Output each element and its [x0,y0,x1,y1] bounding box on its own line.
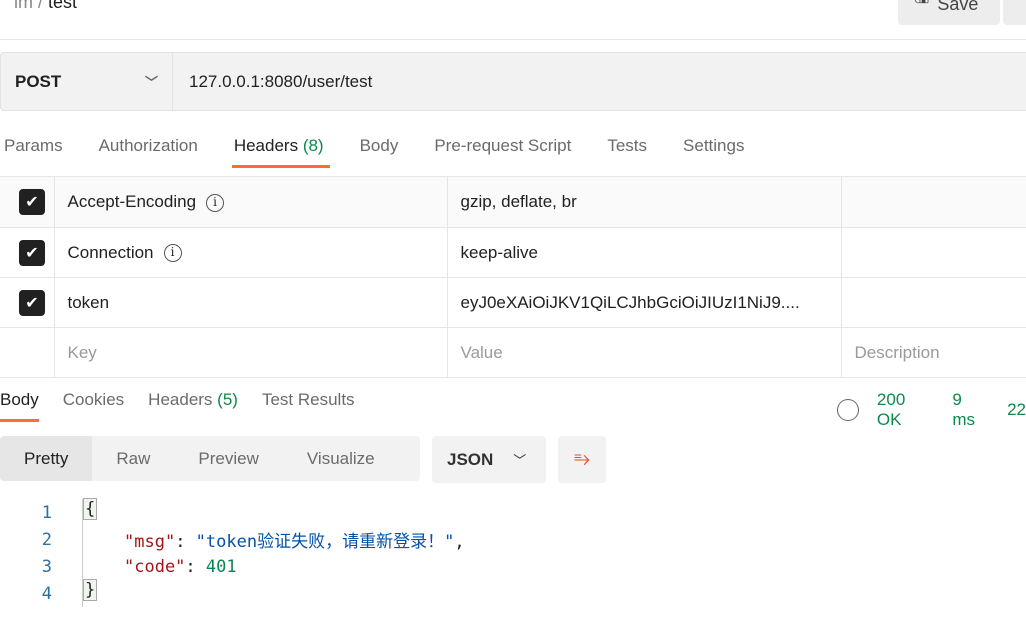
tab-response-headers[interactable]: Headers (5) [148,390,238,422]
save-button[interactable]: 🖫 Save [898,0,1000,25]
view-visualize[interactable]: Visualize [283,436,399,481]
url-bar: POST ﹀ 127.0.0.1:8080/user/test [0,52,1026,111]
tab-authorization[interactable]: Authorization [99,136,198,168]
header-value[interactable]: eyJ0eXAiOiJKV1QiLCJhbGciOiJIUzI1NiJ9.... [446,277,842,328]
info-icon[interactable]: i [163,244,182,263]
value-input[interactable]: Value [446,327,842,378]
checkbox[interactable]: ✔ [19,189,45,215]
description-input[interactable]: Description [840,327,1026,378]
header-key[interactable]: Connection i [53,227,448,278]
tab-label: Headers [148,390,213,409]
view-raw[interactable]: Raw [92,436,174,481]
save-label: Save [937,0,979,14]
table-row-new: Key Value Description [0,327,1026,378]
method-label: POST [15,71,62,91]
view-pretty[interactable]: Pretty [0,436,93,481]
response-time[interactable]: 9 ms [952,390,989,430]
response-status: 200 OK 9 ms 22 [837,390,1026,430]
header-description[interactable] [840,227,1026,278]
method-select[interactable]: POST ﹀ [1,53,173,110]
response-body: 1{ 2 "msg": "token验证失败，请重新登录！", 3 "code": … [0,498,465,607]
line-number: 2 [41,529,52,550]
json-key: "code" [124,556,186,577]
header-key[interactable]: Accept-Encoding i [53,176,448,228]
headers-table: ✔ Accept-Encoding i gzip, deflate, br ✔ Conn… [0,176,1026,378]
url-input[interactable]: 127.0.0.1:8080/user/test [173,53,372,110]
table-row: ✔ token eyJ0eXAiOiJKV1QiLCJhbGciOiJIUzI1Ni… [0,277,1026,328]
request-tabs: Params Authorization Headers (8) Body Pr… [4,136,744,168]
header-value[interactable]: keep-alive [446,227,842,278]
save-icon: 🖫 [914,0,929,15]
json-value: 401 [205,556,237,577]
tab-test-results[interactable]: Test Results [262,390,355,422]
tab-params[interactable]: Params [4,136,63,168]
info-icon[interactable]: i [206,193,225,212]
header-description[interactable] [840,176,1026,228]
header-description[interactable] [840,277,1026,328]
table-row: ✔ Connection i keep-alive [0,227,1026,278]
tab-body[interactable]: Body [360,136,399,168]
brace: } [83,579,98,601]
json-key: "msg" [124,532,176,552]
json-value: "token验证失败，请重新登录！" [195,532,455,552]
chevron-down-icon: ﹀ [513,453,527,468]
response-tabs: Body Cookies Headers (5) Test Results [0,390,355,422]
format-label: JSON [447,449,494,469]
tab-settings[interactable]: Settings [683,136,744,168]
globe-icon[interactable] [837,399,859,421]
header-value[interactable]: gzip, deflate, br [446,176,842,228]
status-code[interactable]: 200 OK [877,390,934,430]
key-input[interactable]: Key [53,327,448,378]
chevron-down-icon: ﹀ [144,75,158,90]
tab-count: (8) [302,136,324,155]
save-options-button[interactable] [1003,0,1026,25]
tab-tests[interactable]: Tests [607,136,647,168]
tab-label: Headers [233,136,299,155]
breadcrumb: lm / test [14,0,77,13]
tab-pre-request-script[interactable]: Pre-request Script [434,136,571,168]
header-key-text: Accept-Encoding [67,192,197,211]
view-mode-selector: Pretty Raw Preview Visualize [0,436,420,481]
tab-headers[interactable]: Headers (8) [231,136,330,168]
view-preview[interactable]: Preview [174,436,282,481]
response-size[interactable]: 22 [1007,400,1026,420]
checkbox[interactable]: ✔ [19,289,45,316]
tab-response-body[interactable]: Body [0,390,39,422]
wrap-lines-icon[interactable]: ⥱ [558,436,606,483]
table-row: ✔ Accept-Encoding i gzip, deflate, br [0,176,1026,228]
breadcrumb-parent[interactable]: lm [14,0,33,12]
line-number: 3 [41,556,52,577]
divider [0,39,1026,40]
format-select[interactable]: JSON ﹀ [432,436,546,483]
checkbox[interactable]: ✔ [19,239,45,266]
brace: { [83,498,98,520]
header-key-text: Connection [67,242,154,262]
breadcrumb-current: test [48,0,78,12]
header-key[interactable]: token [53,277,448,328]
tab-cookies[interactable]: Cookies [63,390,124,422]
tab-count: (5) [217,390,238,409]
line-number: 1 [41,502,52,523]
line-number: 4 [41,583,52,604]
breadcrumb-separator: / [38,0,44,12]
